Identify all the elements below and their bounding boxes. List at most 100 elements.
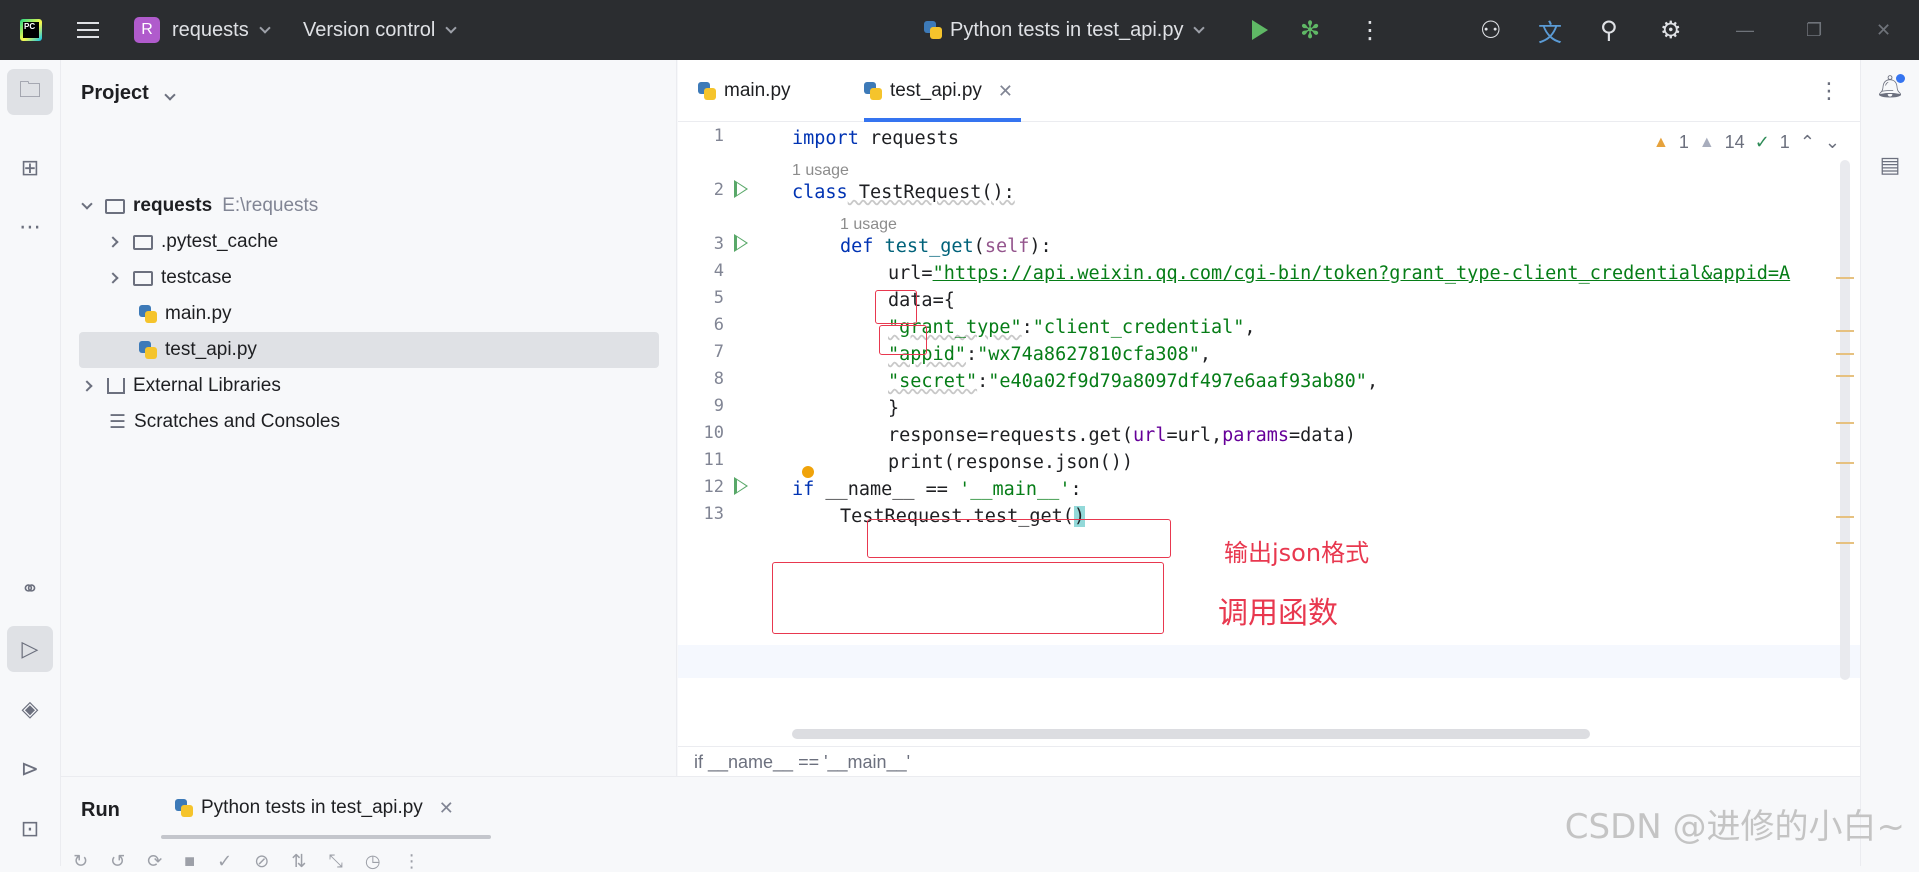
collapse-chevron-icon xyxy=(107,236,118,247)
tree-item-pytest-cache[interactable]: .pytest_cache xyxy=(79,224,659,260)
line-number: 5 xyxy=(678,288,724,308)
run-button[interactable] xyxy=(1252,0,1268,60)
error-stripe-marker[interactable] xyxy=(1836,330,1854,332)
error-stripe-marker[interactable] xyxy=(1836,542,1854,544)
run-tool-button[interactable]: ▷ xyxy=(7,626,53,672)
line-number: 3 xyxy=(678,234,724,254)
version-control-menu[interactable]: Version control xyxy=(303,0,455,60)
collapse-icon[interactable]: ⤡ xyxy=(328,851,342,872)
python-packages-button[interactable]: ◈ xyxy=(7,686,53,732)
structure-tool-button[interactable]: ⊞ xyxy=(7,145,53,191)
translate-button[interactable]: 文 xyxy=(1538,0,1562,60)
annotation-box-url xyxy=(875,290,917,324)
tree-item-requests[interactable]: requests E:\requests xyxy=(79,188,659,224)
error-stripe-marker[interactable] xyxy=(1836,353,1854,355)
breadcrumb[interactable]: if __name__ == '__main__' xyxy=(678,746,1860,776)
toggle-auto-test-icon[interactable]: ⟳ xyxy=(147,851,162,872)
more-tools-button[interactable]: ⋯ xyxy=(7,204,53,250)
keyword: if xyxy=(792,479,814,500)
code-with-me-button[interactable]: ⚇ xyxy=(1480,0,1502,60)
python-file-icon xyxy=(139,341,157,359)
services-button[interactable]: ⊳ xyxy=(7,746,53,792)
folder-icon: 🗀 xyxy=(19,73,41,111)
tree-item-scratches[interactable]: ☰ Scratches and Consoles xyxy=(79,404,659,440)
more-actions-button[interactable]: ⋮ xyxy=(1358,0,1382,60)
self-param: self xyxy=(985,236,1030,257)
close-window-button[interactable]: ✕ xyxy=(1876,0,1891,60)
python-console-button[interactable]: ⚭ xyxy=(7,566,53,612)
line-number: 9 xyxy=(678,396,724,416)
book-icon: ▤ xyxy=(1880,152,1901,177)
chevron-down-icon xyxy=(1194,22,1205,33)
debug-button[interactable]: ✻ xyxy=(1300,0,1320,60)
tree-item-label: .pytest_cache xyxy=(161,231,278,253)
maximize-button[interactable]: ❐ xyxy=(1806,0,1822,60)
watermark: CSDN @进修的小白~ xyxy=(1565,799,1905,848)
pycharm-logo-icon[interactable]: PC xyxy=(20,19,42,41)
error-stripe-marker[interactable] xyxy=(1836,375,1854,377)
search-icon: ⚲ xyxy=(1600,16,1618,45)
tab-test-api-py[interactable]: test_api.py ✕ xyxy=(864,60,1021,122)
editor-area: main.py test_api.py ✕ ⋮ ▲1 ▲14 ✓1 ⌃ ⌄ 1 … xyxy=(678,60,1860,776)
stop-icon[interactable]: ■ xyxy=(184,851,195,872)
tree-item-path: E:\requests xyxy=(222,195,318,217)
bug-icon: ✻ xyxy=(1300,16,1320,45)
keyword-argument: url xyxy=(1133,425,1166,446)
python-file-icon xyxy=(698,82,716,100)
error-stripe-marker[interactable] xyxy=(1836,516,1854,518)
close-icon[interactable]: ✕ xyxy=(998,81,1013,102)
project-tool-button[interactable]: 🗀 xyxy=(7,69,53,115)
show-passed-icon[interactable]: ✓ xyxy=(217,851,232,872)
tree-item-label: External Libraries xyxy=(133,375,281,397)
search-button[interactable]: ⚲ xyxy=(1600,0,1618,60)
more-icon[interactable]: ⋮ xyxy=(403,851,421,872)
right-tool-strip: 🔔︎ ▤ xyxy=(1860,60,1919,866)
run-config-selector[interactable]: Python tests in test_api.py xyxy=(924,0,1203,60)
folder-icon xyxy=(105,199,125,214)
annotation-call-note: 调用函数 xyxy=(1218,588,1338,632)
vertical-scrollbar[interactable] xyxy=(1840,160,1850,680)
minimize-button[interactable]: — xyxy=(1736,0,1754,60)
tree-item-testcase[interactable]: testcase xyxy=(79,260,659,296)
lightbulb-icon[interactable] xyxy=(802,466,814,478)
error-stripe-marker[interactable] xyxy=(1836,277,1854,279)
rerun-failed-icon[interactable]: ↺ xyxy=(110,851,125,872)
tab-main-py[interactable]: main.py xyxy=(698,60,791,122)
close-icon[interactable]: ✕ xyxy=(439,798,454,819)
history-icon[interactable]: ◷ xyxy=(365,851,381,872)
tree-item-external-libraries[interactable]: External Libraries xyxy=(79,368,659,404)
error-stripe-marker[interactable] xyxy=(1836,462,1854,464)
code-text: TestRequest(): xyxy=(848,182,1015,203)
run-gutter-icon[interactable] xyxy=(734,477,748,495)
run-gutter-icon[interactable] xyxy=(734,180,748,198)
collapse-chevron-icon xyxy=(107,272,118,283)
sort-icon[interactable]: ⇅ xyxy=(291,851,306,872)
project-switcher[interactable]: R requests xyxy=(134,0,269,60)
expand-chevron-icon xyxy=(81,198,92,209)
run-tab[interactable]: Python tests in test_api.py ✕ xyxy=(161,777,491,839)
show-ignored-icon[interactable]: ⊘ xyxy=(254,851,269,872)
run-gutter-icon[interactable] xyxy=(734,234,748,252)
keyword: def xyxy=(840,236,873,257)
python-icon xyxy=(924,21,942,39)
horizontal-scrollbar[interactable] xyxy=(792,729,1590,739)
line-number: 11 xyxy=(678,450,724,470)
error-stripe-marker[interactable] xyxy=(1836,422,1854,424)
tree-item-main-py[interactable]: main.py xyxy=(79,296,659,332)
code-text: ): xyxy=(1029,236,1051,257)
project-panel-title[interactable]: Project xyxy=(81,82,174,105)
code-line-2: class TestRequest(): xyxy=(792,176,1015,209)
main-menu-icon[interactable] xyxy=(76,0,100,60)
tab-options-icon[interactable]: ⋮ xyxy=(1818,78,1840,104)
gear-icon: ⚙ xyxy=(1660,16,1682,45)
notifications-button[interactable]: 🔔︎ xyxy=(1875,74,1905,104)
tree-item-test-api-py[interactable]: test_api.py xyxy=(79,332,659,368)
string-literal: "client_credential" xyxy=(1033,317,1245,338)
ai-assistant-button[interactable]: ▤ xyxy=(1875,152,1905,182)
terminal-button[interactable]: ⊡ xyxy=(7,806,53,852)
settings-button[interactable]: ⚙ xyxy=(1660,0,1682,60)
tree-item-label: main.py xyxy=(165,303,232,325)
tab-label: test_api.py xyxy=(890,80,982,102)
rerun-icon[interactable]: ↻ xyxy=(73,851,88,872)
project-badge: R xyxy=(134,17,160,43)
